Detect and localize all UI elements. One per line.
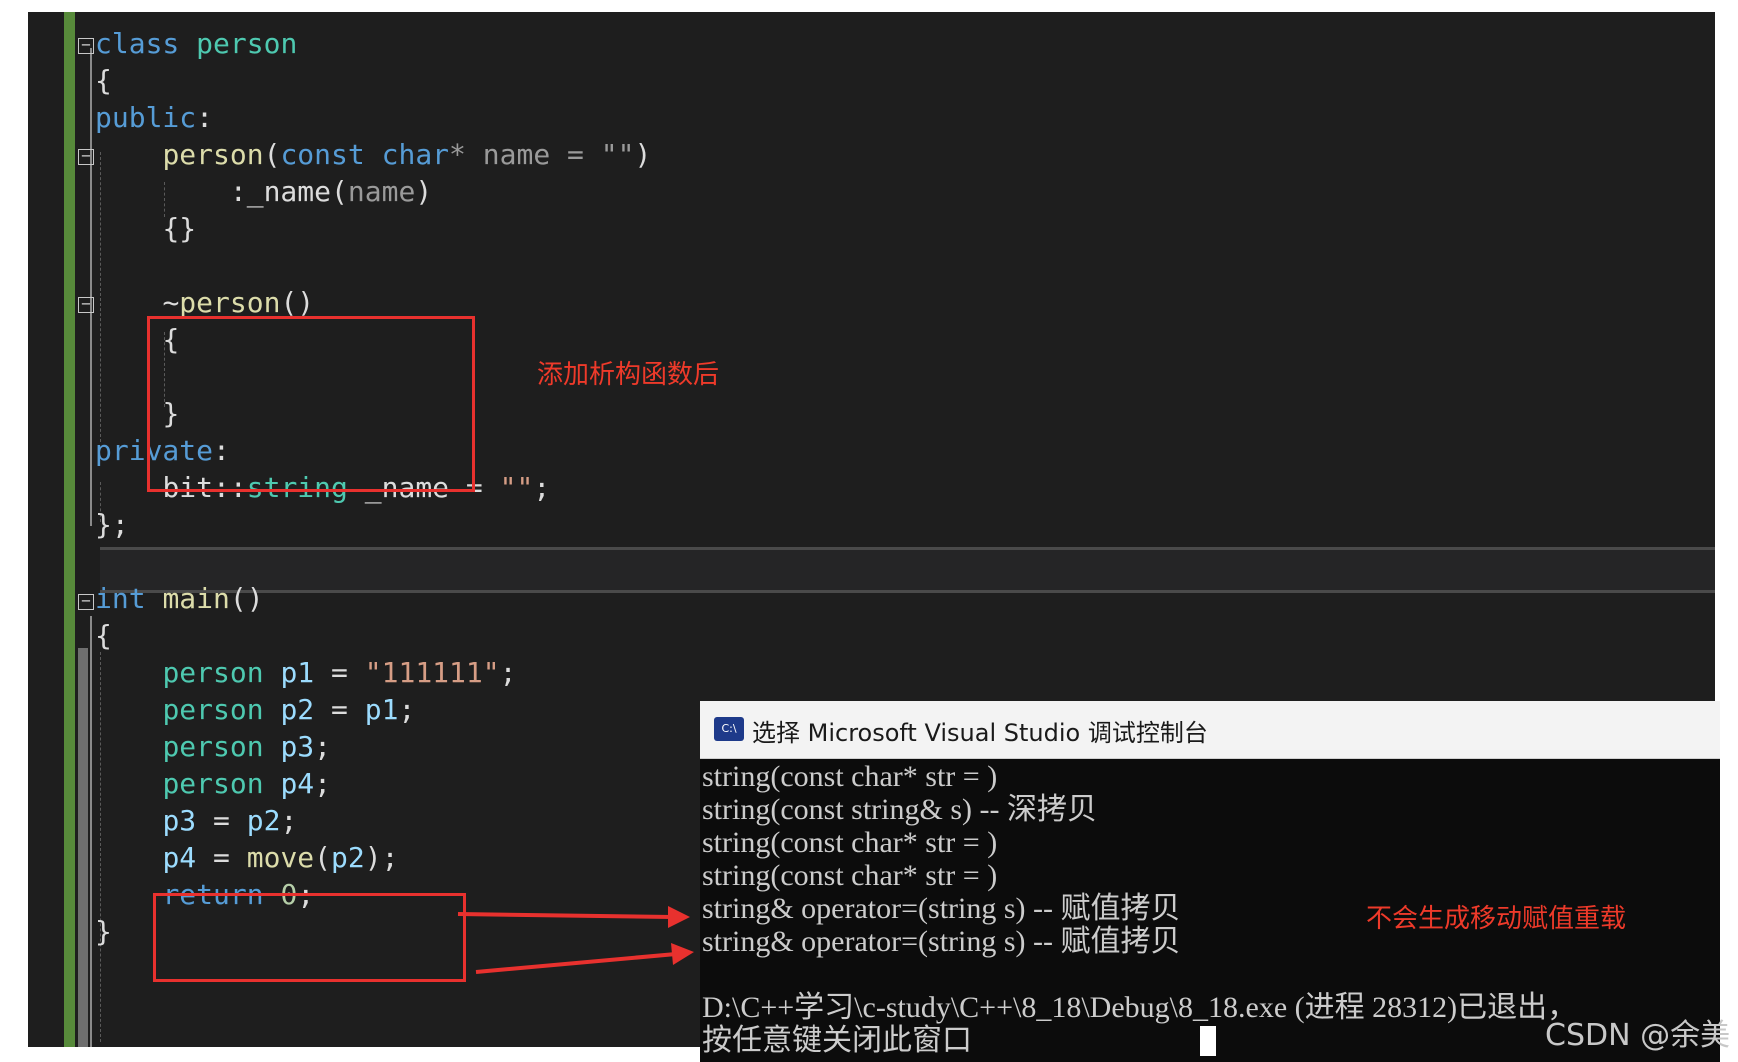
console-title: 选择 Microsoft Visual Studio 调试控制台 [752,719,1208,747]
arrow-head-2 [671,943,694,965]
debug-console-window: C:\ 选择 Microsoft Visual Studio 调试控制台 str… [700,701,1720,1062]
console-cursor [1200,1026,1216,1056]
console-output-line: string(const char* str = ) [702,859,998,892]
console-output-line: string(const string& s) -- 深拷贝 [702,793,1097,826]
console-output-line: string(const char* str = ) [702,760,998,793]
console-output-line: string(const char* str = ) [702,826,998,859]
arrow-head-1 [668,906,690,928]
console-output-line: string& operator=(string s) -- 赋值拷贝 [702,892,1181,925]
console-app-icon: C:\ [714,717,744,741]
console-output-line: string& operator=(string s) -- 赋值拷贝 [702,925,1181,958]
console-titlebar[interactable]: C:\ 选择 Microsoft Visual Studio 调试控制台 [700,701,1720,759]
arrow-line-2 [475,952,677,974]
arrow-line-1 [457,912,673,919]
console-output-line: D:\C++学习\c-study\C++\8_18\Debug\8_18.exe… [702,991,1578,1024]
watermark: CSDN @余美 [1545,1018,1731,1053]
move-assignment-annotation: 不会生成移动赋值重载 [1366,904,1627,934]
console-output-line: 按任意键关闭此窗口 [702,1024,972,1057]
